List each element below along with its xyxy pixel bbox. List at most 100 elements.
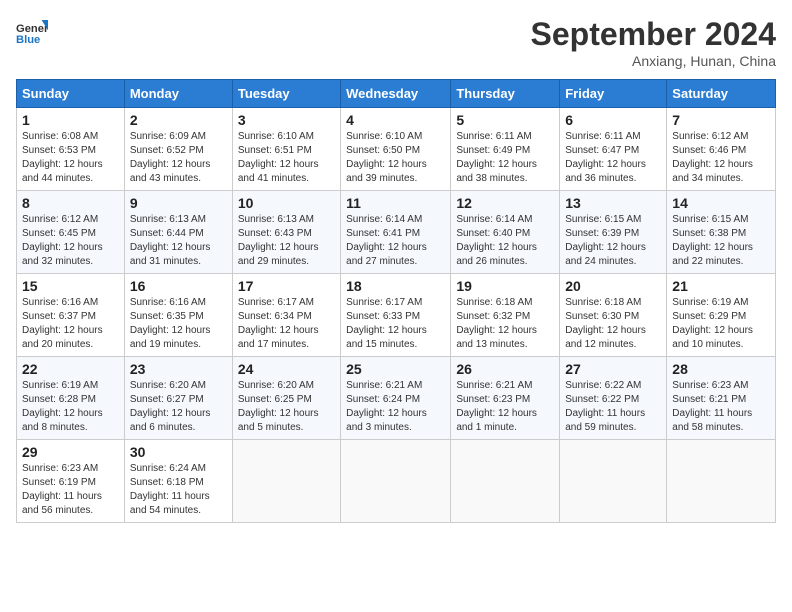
calendar-cell — [451, 440, 560, 523]
calendar-cell: 3 Sunrise: 6:10 AMSunset: 6:51 PMDaylight… — [232, 108, 340, 191]
day-number: 7 — [672, 112, 770, 128]
day-number: 1 — [22, 112, 119, 128]
calendar-cell: 23 Sunrise: 6:20 AMSunset: 6:27 PMDayligh… — [124, 357, 232, 440]
day-info: Sunrise: 6:10 AMSunset: 6:51 PMDaylight:… — [238, 130, 335, 186]
day-number: 28 — [672, 361, 770, 377]
day-number: 8 — [22, 195, 119, 211]
day-info: Sunrise: 6:14 AMSunset: 6:41 PMDaylight:… — [346, 213, 445, 269]
calendar-cell: 4 Sunrise: 6:10 AMSunset: 6:50 PMDaylight… — [341, 108, 451, 191]
day-header-wednesday: Wednesday — [341, 80, 451, 108]
calendar-cell: 10 Sunrise: 6:13 AMSunset: 6:43 PMDayligh… — [232, 191, 340, 274]
calendar-cell: 19 Sunrise: 6:18 AMSunset: 6:32 PMDayligh… — [451, 274, 560, 357]
day-info: Sunrise: 6:14 AMSunset: 6:40 PMDaylight:… — [456, 213, 554, 269]
day-number: 24 — [238, 361, 335, 377]
calendar-cell: 28 Sunrise: 6:23 AMSunset: 6:21 PMDayligh… — [667, 357, 776, 440]
calendar-week-row: 29 Sunrise: 6:23 AMSunset: 6:19 PMDayligh… — [17, 440, 776, 523]
day-info: Sunrise: 6:11 AMSunset: 6:49 PMDaylight:… — [456, 130, 554, 186]
day-number: 11 — [346, 195, 445, 211]
day-info: Sunrise: 6:12 AMSunset: 6:45 PMDaylight:… — [22, 213, 119, 269]
calendar-cell: 27 Sunrise: 6:22 AMSunset: 6:22 PMDayligh… — [560, 357, 667, 440]
day-info: Sunrise: 6:22 AMSunset: 6:22 PMDaylight:… — [565, 379, 661, 435]
day-number: 14 — [672, 195, 770, 211]
day-number: 23 — [130, 361, 227, 377]
day-number: 6 — [565, 112, 661, 128]
title-block: September 2024 Anxiang, Hunan, China — [531, 16, 776, 69]
calendar-cell: 13 Sunrise: 6:15 AMSunset: 6:39 PMDayligh… — [560, 191, 667, 274]
calendar-cell — [667, 440, 776, 523]
page-header: General Blue September 2024 Anxiang, Hun… — [16, 16, 776, 69]
day-number: 10 — [238, 195, 335, 211]
calendar-header-row: SundayMondayTuesdayWednesdayThursdayFrid… — [17, 80, 776, 108]
day-number: 20 — [565, 278, 661, 294]
day-number: 9 — [130, 195, 227, 211]
calendar-cell: 9 Sunrise: 6:13 AMSunset: 6:44 PMDaylight… — [124, 191, 232, 274]
calendar-cell: 15 Sunrise: 6:16 AMSunset: 6:37 PMDayligh… — [17, 274, 125, 357]
day-number: 25 — [346, 361, 445, 377]
calendar-cell: 2 Sunrise: 6:09 AMSunset: 6:52 PMDaylight… — [124, 108, 232, 191]
calendar-cell: 17Sunrise: 6:17 AMSunset: 6:34 PMDayligh… — [232, 274, 340, 357]
day-header-sunday: Sunday — [17, 80, 125, 108]
day-number: 26 — [456, 361, 554, 377]
day-info: Sunrise: 6:18 AMSunset: 6:30 PMDaylight:… — [565, 296, 661, 352]
day-number: 22 — [22, 361, 119, 377]
calendar-cell: 1 Sunrise: 6:08 AMSunset: 6:53 PMDaylight… — [17, 108, 125, 191]
svg-text:General: General — [16, 23, 48, 35]
calendar-week-row: 1 Sunrise: 6:08 AMSunset: 6:53 PMDaylight… — [17, 108, 776, 191]
day-number: 2 — [130, 112, 227, 128]
location: Anxiang, Hunan, China — [531, 53, 776, 69]
day-info: Sunrise: 6:23 AMSunset: 6:19 PMDaylight:… — [22, 462, 119, 518]
day-info: Sunrise: 6:13 AMSunset: 6:43 PMDaylight:… — [238, 213, 335, 269]
day-info: Sunrise: 6:15 AMSunset: 6:39 PMDaylight:… — [565, 213, 661, 269]
calendar-cell: 7 Sunrise: 6:12 AMSunset: 6:46 PMDaylight… — [667, 108, 776, 191]
day-number: 18 — [346, 278, 445, 294]
day-info: Sunrise: 6:20 AMSunset: 6:25 PMDaylight:… — [238, 379, 335, 435]
day-number: 15 — [22, 278, 119, 294]
day-info: Sunrise: 6:21 AMSunset: 6:24 PMDaylight:… — [346, 379, 445, 435]
calendar-cell: 21 Sunrise: 6:19 AMSunset: 6:29 PMDayligh… — [667, 274, 776, 357]
calendar-table: SundayMondayTuesdayWednesdayThursdayFrid… — [16, 79, 776, 523]
calendar-cell: 11 Sunrise: 6:14 AMSunset: 6:41 PMDayligh… — [341, 191, 451, 274]
day-info: Sunrise: 6:21 AMSunset: 6:23 PMDaylight:… — [456, 379, 554, 435]
day-header-tuesday: Tuesday — [232, 80, 340, 108]
day-info: Sunrise: 6:16 AMSunset: 6:37 PMDaylight:… — [22, 296, 119, 352]
day-number: 13 — [565, 195, 661, 211]
day-number: 4 — [346, 112, 445, 128]
day-info: Sunrise: 6:12 AMSunset: 6:46 PMDaylight:… — [672, 130, 770, 186]
calendar-cell: 18Sunrise: 6:17 AMSunset: 6:33 PMDayligh… — [341, 274, 451, 357]
calendar-cell: 24 Sunrise: 6:20 AMSunset: 6:25 PMDayligh… — [232, 357, 340, 440]
day-info: Sunrise: 6:09 AMSunset: 6:52 PMDaylight:… — [130, 130, 227, 186]
day-info: Sunrise: 6:13 AMSunset: 6:44 PMDaylight:… — [130, 213, 227, 269]
day-info: Sunrise: 6:20 AMSunset: 6:27 PMDaylight:… — [130, 379, 227, 435]
day-info: Sunrise: 6:19 AMSunset: 6:28 PMDaylight:… — [22, 379, 119, 435]
logo: General Blue — [16, 16, 48, 48]
day-number: 21 — [672, 278, 770, 294]
day-number: 12 — [456, 195, 554, 211]
calendar-cell — [232, 440, 340, 523]
calendar-week-row: 22 Sunrise: 6:19 AMSunset: 6:28 PMDayligh… — [17, 357, 776, 440]
day-info: Sunrise: 6:19 AMSunset: 6:29 PMDaylight:… — [672, 296, 770, 352]
day-number: 30 — [130, 444, 227, 460]
day-header-monday: Monday — [124, 80, 232, 108]
day-number: 19 — [456, 278, 554, 294]
day-number: 29 — [22, 444, 119, 460]
day-info: Sunrise: 6:18 AMSunset: 6:32 PMDaylight:… — [456, 296, 554, 352]
day-number: 5 — [456, 112, 554, 128]
logo-icon: General Blue — [16, 16, 48, 48]
day-header-thursday: Thursday — [451, 80, 560, 108]
calendar-cell — [341, 440, 451, 523]
calendar-cell: 14 Sunrise: 6:15 AMSunset: 6:38 PMDayligh… — [667, 191, 776, 274]
day-number: 3 — [238, 112, 335, 128]
calendar-week-row: 8 Sunrise: 6:12 AMSunset: 6:45 PMDaylight… — [17, 191, 776, 274]
svg-text:Blue: Blue — [16, 34, 40, 46]
calendar-week-row: 15 Sunrise: 6:16 AMSunset: 6:37 PMDayligh… — [17, 274, 776, 357]
day-header-saturday: Saturday — [667, 80, 776, 108]
calendar-cell: 30 Sunrise: 6:24 AMSunset: 6:18 PMDayligh… — [124, 440, 232, 523]
day-info: Sunrise: 6:23 AMSunset: 6:21 PMDaylight:… — [672, 379, 770, 435]
day-info: Sunrise: 6:15 AMSunset: 6:38 PMDaylight:… — [672, 213, 770, 269]
day-number: 27 — [565, 361, 661, 377]
day-info: Sunrise: 6:24 AMSunset: 6:18 PMDaylight:… — [130, 462, 227, 518]
day-info: Sunrise: 6:08 AMSunset: 6:53 PMDaylight:… — [22, 130, 119, 186]
calendar-cell: 20 Sunrise: 6:18 AMSunset: 6:30 PMDayligh… — [560, 274, 667, 357]
day-info: Sunrise: 6:10 AMSunset: 6:50 PMDaylight:… — [346, 130, 445, 186]
calendar-cell: 6Sunrise: 6:11 AMSunset: 6:47 PMDaylight… — [560, 108, 667, 191]
